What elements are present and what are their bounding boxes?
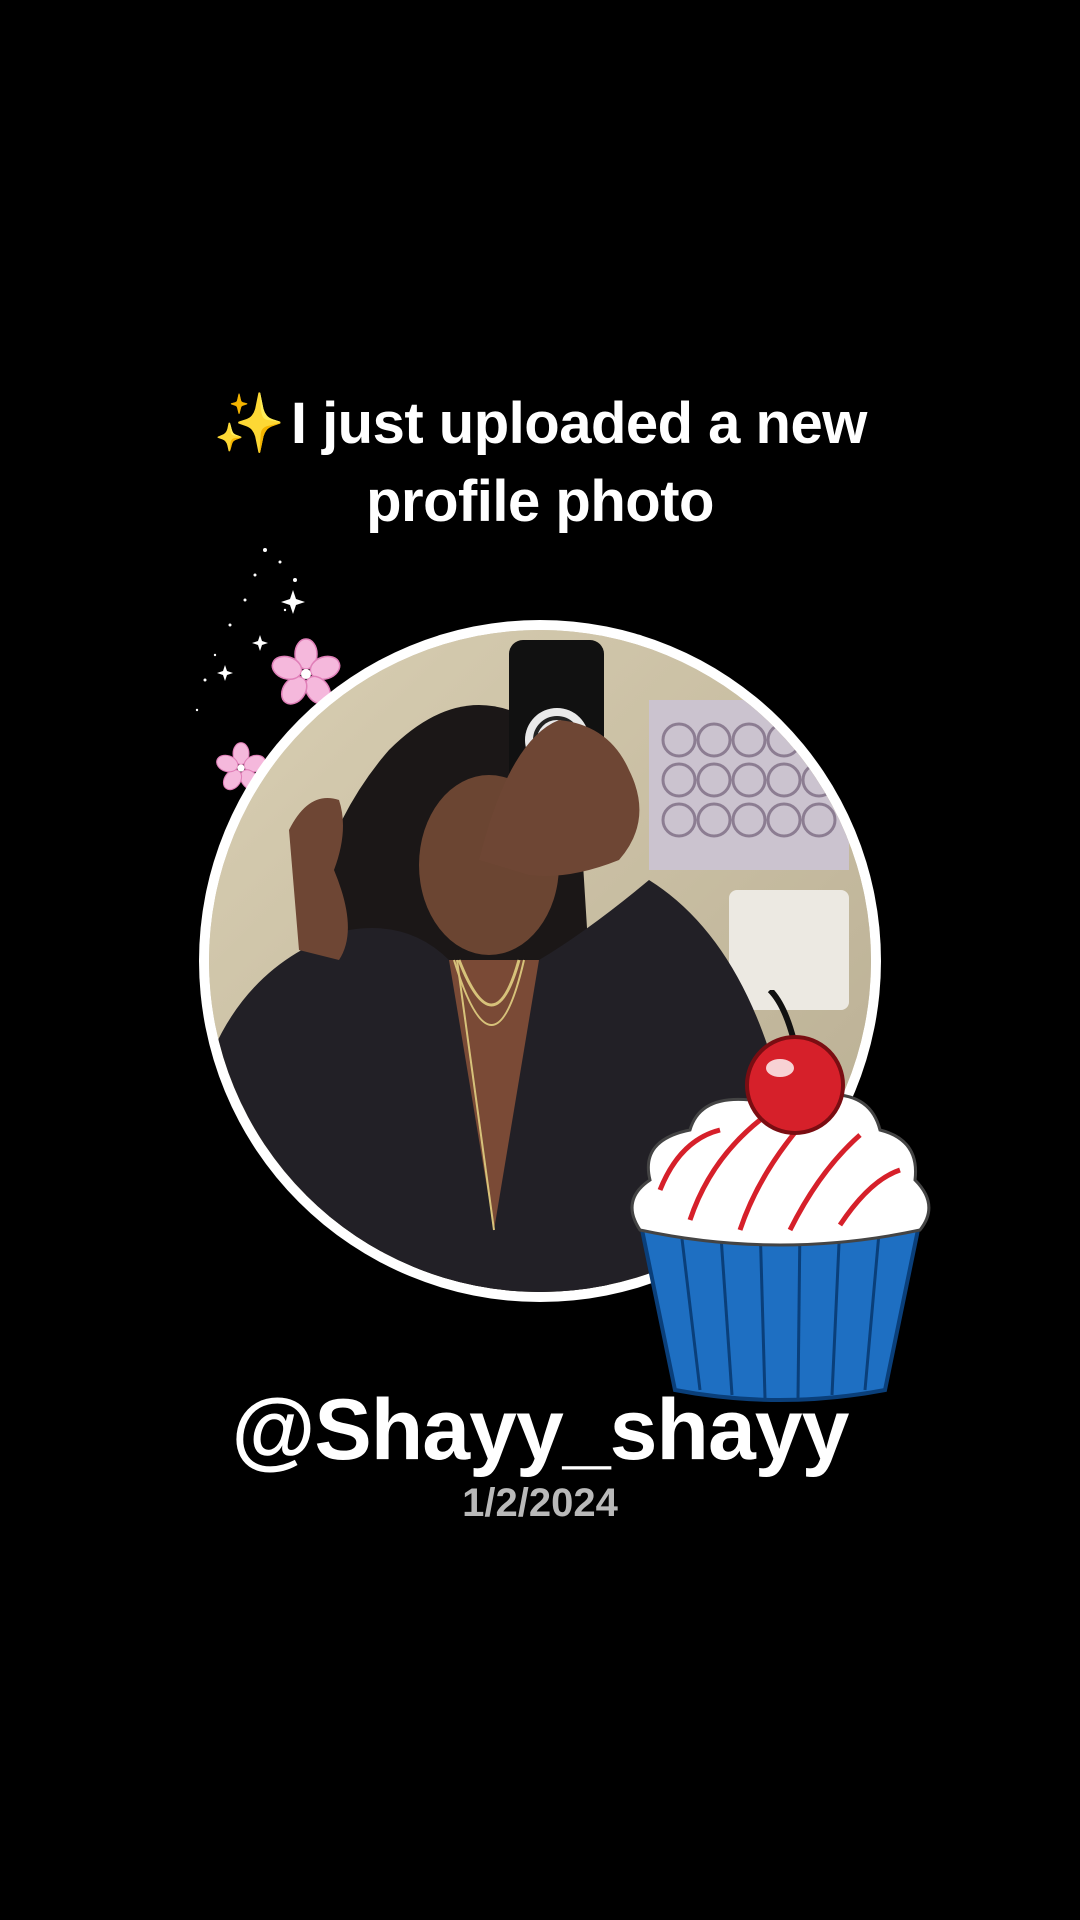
- upload-date: 1/2/2024: [462, 1481, 618, 1525]
- sparkles-icon: ✨: [213, 391, 285, 456]
- username[interactable]: @Shayy_shayy: [90, 1380, 990, 1480]
- headline: ✨ I just uploaded a new profile photo: [140, 385, 940, 541]
- headline-text-2: profile photo: [366, 469, 714, 534]
- cherry-cupcake-icon: [630, 990, 931, 1402]
- headline-text-1: I just uploaded a new: [290, 391, 868, 456]
- headline-line-1: ✨ I just uploaded a new: [140, 385, 940, 463]
